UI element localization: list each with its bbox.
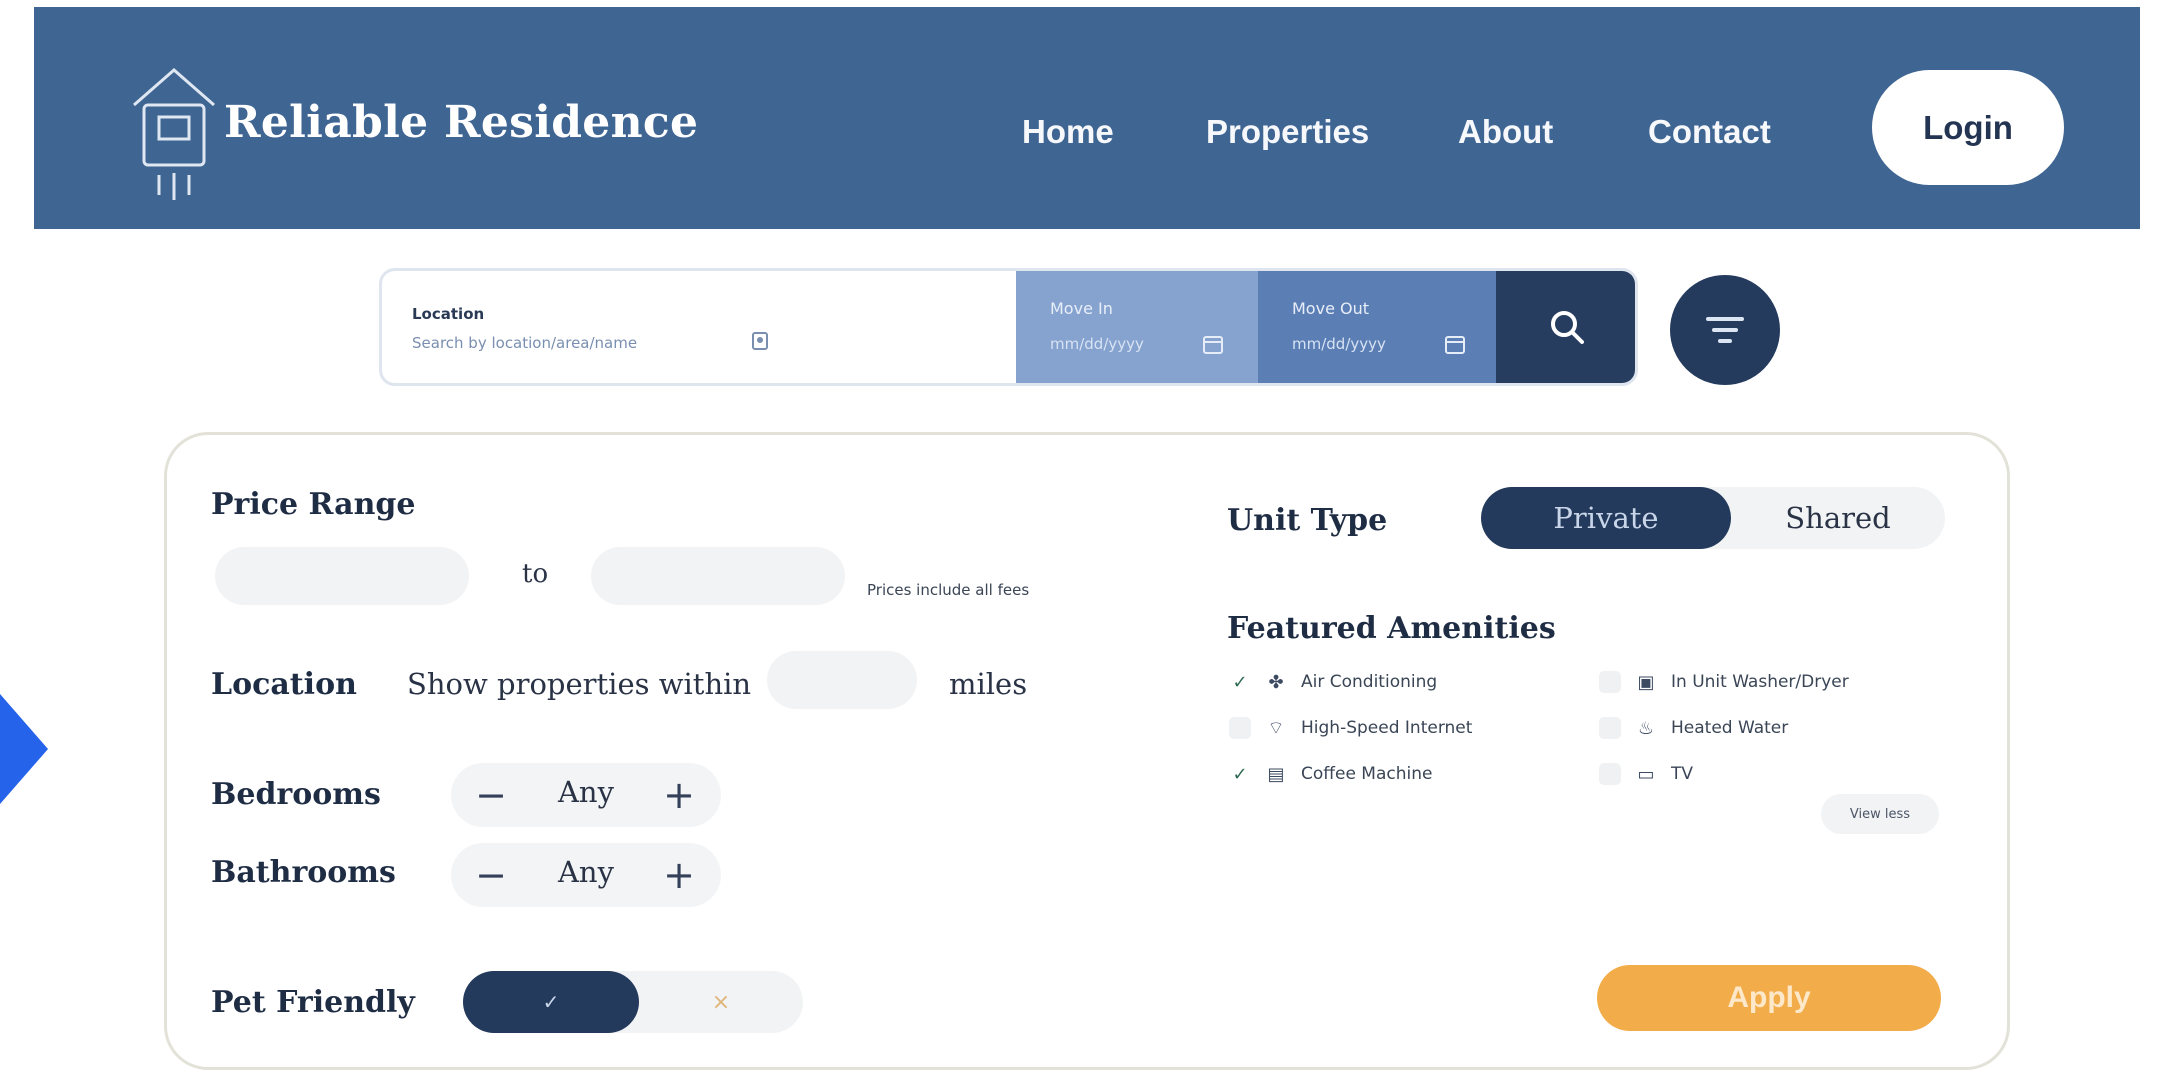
price-to-label: to xyxy=(522,559,549,589)
bathrooms-value: Any xyxy=(557,855,614,889)
search-bar: Location Move In mm/dd/yyyy Move Out mm/… xyxy=(379,268,1638,386)
nav-about[interactable]: About xyxy=(1458,113,1553,151)
bedrooms-stepper: − Any + xyxy=(451,763,721,827)
distance-input[interactable] xyxy=(767,651,917,709)
amenity-label: Air Conditioning xyxy=(1301,672,1438,692)
nav-contact[interactable]: Contact xyxy=(1648,113,1771,151)
bathrooms-decrement-button[interactable]: − xyxy=(463,843,519,907)
pet-no-option[interactable]: × xyxy=(639,971,803,1033)
location-filter-title: Location xyxy=(211,667,357,702)
location-search-label: Location xyxy=(412,305,485,323)
brand-name[interactable]: Reliable Residence xyxy=(224,97,698,148)
unit-type-toggle: Private Shared xyxy=(1481,487,1945,549)
house-logo-icon xyxy=(133,68,215,200)
amenities-title: Featured Amenities xyxy=(1227,611,1556,646)
checkmark-icon[interactable]: ✓ xyxy=(1229,671,1251,693)
bedrooms-decrement-button[interactable]: − xyxy=(463,763,519,827)
amenity-label: In Unit Washer/Dryer xyxy=(1671,672,1849,692)
filter-icon xyxy=(1706,317,1744,343)
price-max-input[interactable] xyxy=(591,547,845,605)
filter-panel: Price Range to Prices include all fees L… xyxy=(164,432,2010,1070)
move-out-date-field[interactable]: Move Out mm/dd/yyyy xyxy=(1258,271,1496,383)
move-out-value: mm/dd/yyyy xyxy=(1292,335,1386,353)
view-less-button[interactable]: View less xyxy=(1821,794,1939,834)
apply-button[interactable]: Apply xyxy=(1597,965,1941,1031)
calendar-icon xyxy=(1445,336,1465,354)
bedrooms-value: Any xyxy=(557,775,614,809)
wifi-icon: ⌔ xyxy=(1267,717,1285,739)
location-suffix-text: miles xyxy=(949,667,1028,701)
price-note: Prices include all fees xyxy=(867,581,1030,599)
move-in-date-field[interactable]: Move In mm/dd/yyyy xyxy=(1016,271,1258,383)
amenity-heated-water[interactable]: ✓ ♨ Heated Water xyxy=(1599,717,1788,739)
amenity-air-conditioning[interactable]: ✓ ✤ Air Conditioning xyxy=(1229,671,1437,693)
price-min-input[interactable] xyxy=(215,547,469,605)
fan-icon: ✤ xyxy=(1268,671,1284,693)
filter-toggle-button[interactable] xyxy=(1670,275,1780,385)
checkbox-icon[interactable]: ✓ xyxy=(1599,671,1621,693)
amenity-tv[interactable]: ✓ ▭ TV xyxy=(1599,763,1693,785)
pet-friendly-toggle: ✓ × xyxy=(463,971,803,1033)
location-prefix-text: Show properties within xyxy=(407,667,752,701)
pet-yes-option[interactable]: ✓ xyxy=(463,971,639,1033)
unit-shared-option[interactable]: Shared xyxy=(1731,487,1945,549)
search-button[interactable] xyxy=(1496,271,1635,383)
bedrooms-increment-button[interactable]: + xyxy=(651,763,707,827)
amenity-label: Coffee Machine xyxy=(1301,764,1433,784)
amenity-washer-dryer[interactable]: ✓ ▣ In Unit Washer/Dryer xyxy=(1599,671,1849,693)
amenity-coffee-machine[interactable]: ✓ ▤ Coffee Machine xyxy=(1229,763,1432,785)
checkbox-icon[interactable]: ✓ xyxy=(1229,717,1251,739)
location-search-input[interactable] xyxy=(410,333,804,353)
amenity-label: TV xyxy=(1671,764,1694,784)
pet-friendly-title: Pet Friendly xyxy=(211,985,415,1020)
checkmark-icon[interactable]: ✓ xyxy=(1229,763,1251,785)
move-out-label: Move Out xyxy=(1292,299,1369,318)
login-button[interactable]: Login xyxy=(1872,70,2064,185)
side-arrow-icon[interactable] xyxy=(0,694,48,804)
calendar-icon xyxy=(1203,336,1223,354)
move-in-label: Move In xyxy=(1050,299,1113,318)
unit-type-title: Unit Type xyxy=(1227,503,1388,538)
amenity-label: Heated Water xyxy=(1671,718,1789,738)
nav-home[interactable]: Home xyxy=(1022,113,1114,151)
bathrooms-title: Bathrooms xyxy=(211,855,396,890)
nav-properties[interactable]: Properties xyxy=(1206,113,1369,151)
checkbox-icon[interactable]: ✓ xyxy=(1599,763,1621,785)
location-pin-icon xyxy=(752,332,768,350)
coffee-machine-icon: ▤ xyxy=(1267,763,1285,785)
location-search-segment[interactable]: Location xyxy=(382,271,1016,383)
bathrooms-increment-button[interactable]: + xyxy=(651,843,707,907)
amenity-high-speed-internet[interactable]: ✓ ⌔ High-Speed Internet xyxy=(1229,717,1472,739)
tv-icon: ▭ xyxy=(1637,763,1655,785)
water-heater-icon: ♨ xyxy=(1637,717,1655,739)
washer-icon: ▣ xyxy=(1637,671,1655,693)
top-navbar: Reliable Residence Home Properties About… xyxy=(34,7,2140,229)
price-range-title: Price Range xyxy=(211,487,416,522)
amenity-label: High-Speed Internet xyxy=(1301,718,1473,738)
bathrooms-stepper: − Any + xyxy=(451,843,721,907)
unit-private-option[interactable]: Private xyxy=(1481,487,1731,549)
search-icon xyxy=(1551,311,1584,344)
move-in-value: mm/dd/yyyy xyxy=(1050,335,1144,353)
bedrooms-title: Bedrooms xyxy=(211,777,381,812)
checkbox-icon[interactable]: ✓ xyxy=(1599,717,1621,739)
